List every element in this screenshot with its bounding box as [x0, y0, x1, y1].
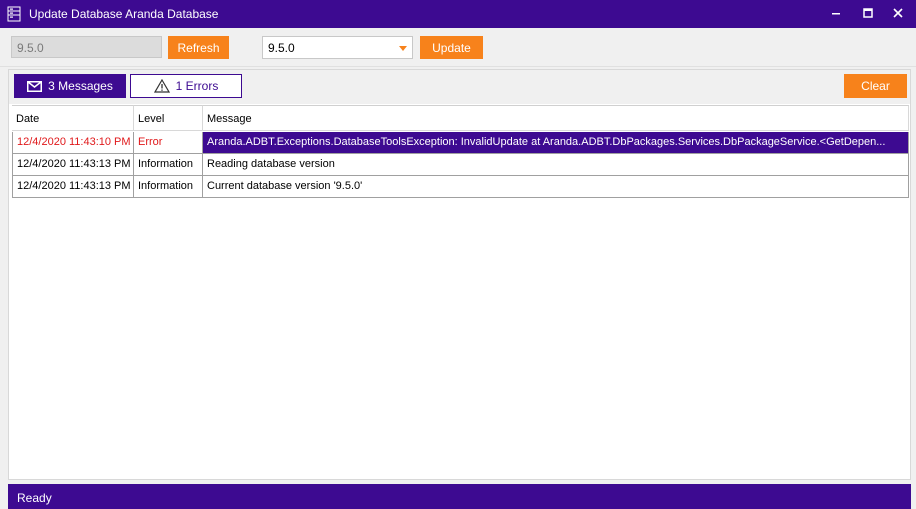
- server-database-icon: [7, 6, 21, 22]
- minimize-button[interactable]: [824, 4, 848, 24]
- target-version-value: 9.5.0: [268, 41, 295, 55]
- chevron-down-icon: [399, 46, 407, 51]
- refresh-button[interactable]: Refresh: [168, 36, 229, 59]
- log-panel: 3 Messages 1 Errors Clear Date Level Mes…: [8, 69, 911, 480]
- status-text: Ready: [17, 491, 52, 505]
- tab-messages[interactable]: 3 Messages: [14, 74, 126, 98]
- row-level: Error: [134, 132, 203, 154]
- maximize-icon: [863, 7, 873, 21]
- row-date: 12/4/2020 11:43:13 PM: [12, 176, 134, 198]
- table-header: Date Level Message: [12, 105, 909, 131]
- envelope-icon: [27, 80, 43, 92]
- row-message: Current database version '9.5.0': [203, 176, 909, 198]
- row-level: Information: [134, 154, 203, 176]
- maximize-button[interactable]: [856, 4, 880, 24]
- divider: [0, 66, 916, 67]
- window-title: Update Database Aranda Database: [29, 7, 219, 21]
- row-level: Information: [134, 176, 203, 198]
- row-date: 12/4/2020 11:43:10 PM: [12, 132, 134, 154]
- status-bar: Ready: [8, 484, 911, 509]
- minimize-icon: [831, 7, 841, 21]
- table-row[interactable]: 12/4/2020 11:43:10 PM Error Aranda.ADBT.…: [12, 132, 909, 154]
- table-row[interactable]: 12/4/2020 11:43:13 PM Information Readin…: [12, 154, 909, 176]
- row-message: Aranda.ADBT.Exceptions.DatabaseToolsExce…: [203, 132, 909, 154]
- close-button[interactable]: [886, 4, 910, 24]
- tab-errors-label: 1 Errors: [175, 79, 219, 93]
- tab-messages-label: 3 Messages: [48, 79, 113, 93]
- update-button[interactable]: Update: [420, 36, 483, 59]
- close-icon: [893, 7, 903, 21]
- window-body: 9.5.0 Refresh 9.5.0 Update 3 Messages 1 …: [0, 28, 916, 509]
- warning-icon: [153, 79, 170, 93]
- table-row[interactable]: 12/4/2020 11:43:13 PM Information Curren…: [12, 176, 909, 198]
- clear-button[interactable]: Clear: [844, 74, 907, 98]
- tab-errors[interactable]: 1 Errors: [130, 74, 242, 98]
- column-header-message[interactable]: Message: [203, 105, 909, 131]
- title-bar: Update Database Aranda Database: [0, 0, 916, 28]
- row-date: 12/4/2020 11:43:13 PM: [12, 154, 134, 176]
- log-toolbar: 3 Messages 1 Errors Clear: [9, 70, 910, 104]
- column-header-date[interactable]: Date: [12, 105, 134, 131]
- target-version-select[interactable]: 9.5.0: [262, 36, 413, 59]
- row-message: Reading database version: [203, 154, 909, 176]
- current-version-field[interactable]: 9.5.0: [11, 36, 162, 58]
- column-header-level[interactable]: Level: [134, 105, 203, 131]
